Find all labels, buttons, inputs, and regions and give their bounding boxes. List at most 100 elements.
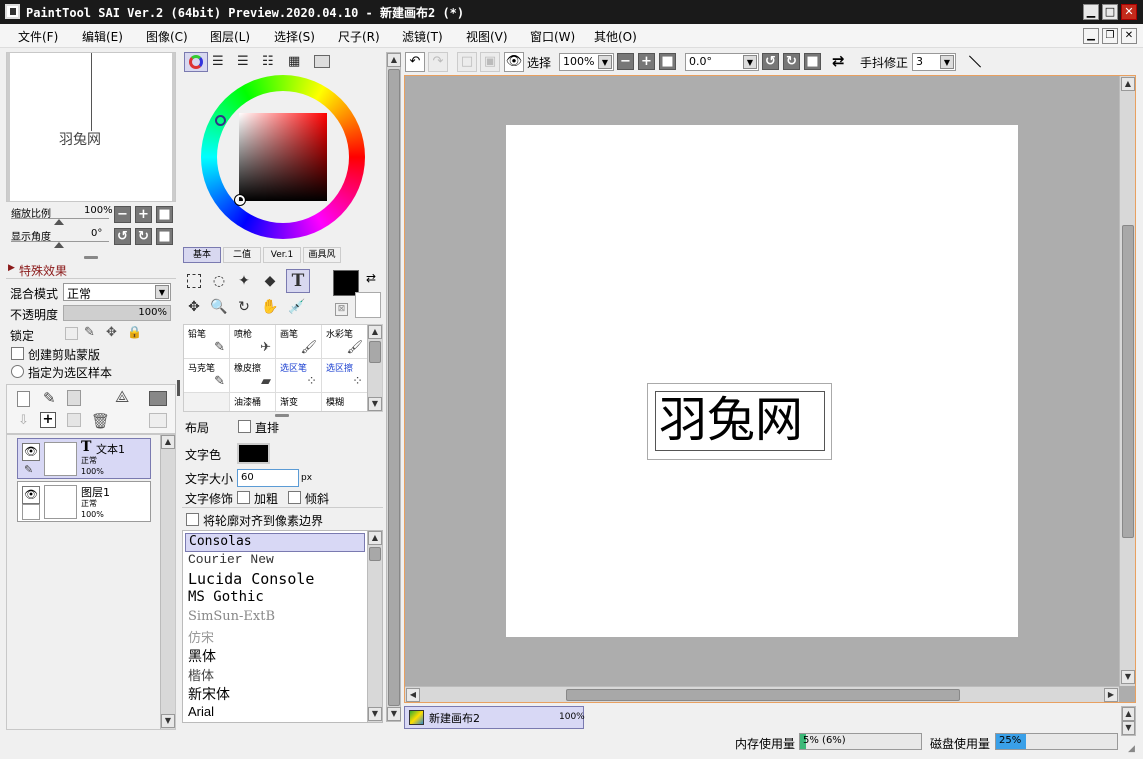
- brush-watercolor[interactable]: 水彩笔 🖌: [322, 325, 368, 359]
- tab-scrollbar[interactable]: ▲ ▼: [1121, 706, 1136, 736]
- invert-selection-button[interactable]: ▣: [480, 52, 500, 72]
- flip-horizontal-icon[interactable]: ⇄: [832, 52, 845, 70]
- saturation-value-square[interactable]: [239, 113, 327, 201]
- straight-line-icon[interactable]: [963, 52, 985, 72]
- scroll-up-icon[interactable]: ▲: [387, 53, 401, 67]
- canvas-zoom-reset-button[interactable]: ■: [659, 53, 676, 70]
- zoom-in-button[interactable]: +: [135, 206, 152, 223]
- tab-basic[interactable]: 基本: [183, 247, 221, 263]
- scroll-up-icon[interactable]: ▲: [368, 531, 382, 545]
- document-tab[interactable]: 新建画布2 100%: [404, 706, 585, 729]
- scroll-down-icon[interactable]: ▼: [368, 397, 382, 411]
- close-button[interactable]: ✕: [1121, 4, 1137, 20]
- menu-ruler[interactable]: 尺子(R): [338, 28, 380, 45]
- canvas-text[interactable]: 羽兔网: [659, 390, 803, 450]
- brush-empty[interactable]: [184, 393, 230, 411]
- font-item-courier-new[interactable]: Courier New: [185, 552, 365, 571]
- scroll-left-icon[interactable]: ◀: [406, 688, 420, 702]
- swap-colors-icon[interactable]: ⇄: [366, 271, 376, 285]
- lasso-icon[interactable]: ◌: [208, 270, 230, 292]
- opacity-slider[interactable]: 100%: [63, 305, 171, 321]
- menu-select[interactable]: 选择(S): [274, 28, 315, 45]
- menu-window[interactable]: 窗口(W): [530, 28, 575, 45]
- text-size-input[interactable]: 60: [237, 469, 299, 487]
- lock-move-icon[interactable]: ✥: [106, 325, 117, 340]
- text-edit-box[interactable]: 羽兔网: [655, 391, 825, 451]
- lock-transparency-icon[interactable]: [65, 327, 78, 340]
- mdi-minimize-button[interactable]: ▁: [1083, 28, 1099, 44]
- brush-bucket[interactable]: 油漆桶: [230, 393, 276, 411]
- new-layer-icon[interactable]: [17, 391, 30, 407]
- redo-button[interactable]: ↷: [428, 52, 448, 72]
- font-item-simsun-extb[interactable]: SimSun-ExtB: [185, 609, 365, 628]
- sv-cursor[interactable]: [234, 194, 246, 206]
- clip-mask-checkbox[interactable]: [11, 347, 24, 360]
- font-item-lucida-console[interactable]: Lucida Console: [185, 570, 365, 589]
- menu-image[interactable]: 图像(C): [146, 28, 188, 45]
- hsv-slider-mode-icon[interactable]: ☰: [237, 54, 249, 69]
- pen-icon[interactable]: ✎: [24, 463, 33, 476]
- scratchpad-mode-icon[interactable]: [314, 55, 330, 68]
- font-item-arial[interactable]: Arial: [185, 704, 365, 722]
- canvas-horizontal-scrollbar[interactable]: ◀ ▶: [405, 686, 1119, 702]
- shape-select-icon[interactable]: ◆: [259, 270, 281, 292]
- new-mask-icon[interactable]: [149, 391, 167, 406]
- scroll-thumb[interactable]: [1122, 225, 1134, 538]
- canvas-paper[interactable]: 羽兔网: [506, 125, 1018, 637]
- italic-checkbox[interactable]: [288, 491, 301, 504]
- rotate-view-icon[interactable]: ↻: [233, 296, 255, 318]
- text-color-swatch[interactable]: [237, 443, 270, 464]
- brush-pencil[interactable]: 铅笔 ✎: [184, 325, 230, 359]
- layer-transform-icon[interactable]: ⟁: [115, 387, 129, 407]
- tab-binary[interactable]: 二值: [223, 247, 261, 263]
- brush-gradient[interactable]: 渐变: [276, 393, 322, 411]
- canvas-viewport[interactable]: 羽兔网 ▲ ▼ ◀ ▶: [404, 75, 1136, 703]
- scroll-down-icon[interactable]: ▼: [1121, 670, 1135, 684]
- hue-cursor[interactable]: [215, 115, 226, 126]
- deselect-button[interactable]: □: [457, 52, 477, 72]
- canvas-rotate-left-button[interactable]: ↺: [762, 53, 779, 70]
- color-wheel-mode-icon[interactable]: [184, 52, 208, 72]
- zoom-icon[interactable]: 🔍: [208, 296, 230, 318]
- delete-layer-icon[interactable]: 🗑: [91, 412, 110, 430]
- rotate-left-button[interactable]: ↺: [114, 228, 131, 245]
- menu-view[interactable]: 视图(V): [466, 28, 508, 45]
- selection-visibility-icon[interactable]: 👁: [504, 52, 524, 72]
- navigator-preview[interactable]: 羽兔网: [6, 52, 176, 202]
- rgb-slider-mode-icon[interactable]: ☰: [212, 54, 224, 69]
- eye-icon[interactable]: 👁: [22, 486, 40, 504]
- clear-layer-icon[interactable]: [67, 413, 81, 427]
- canvas-vertical-scrollbar[interactable]: ▲ ▼: [1119, 76, 1135, 686]
- palette-mode-icon[interactable]: ▦: [288, 54, 300, 69]
- minimize-button[interactable]: ▁: [1083, 4, 1099, 20]
- blend-mode-select[interactable]: 正常 ▼: [63, 283, 171, 301]
- new-layer-group-icon[interactable]: [67, 390, 81, 406]
- transparent-color-icon[interactable]: ⊠: [335, 303, 348, 316]
- scroll-down-icon[interactable]: ▼: [1122, 721, 1135, 735]
- panel-resize-handle[interactable]: [177, 380, 180, 396]
- zoom-reset-button[interactable]: ■: [156, 206, 173, 223]
- hand-icon[interactable]: ✋: [259, 296, 281, 318]
- maximize-button[interactable]: □: [1102, 4, 1118, 20]
- rect-select-icon[interactable]: [183, 270, 205, 292]
- brush-brush[interactable]: 画笔 🖌: [276, 325, 322, 359]
- scroll-thumb[interactable]: [369, 341, 381, 363]
- panel-scrollbar[interactable]: ▲ ▼: [386, 52, 401, 722]
- scroll-up-icon[interactable]: ▲: [1122, 707, 1135, 721]
- swatch-mode-icon[interactable]: ☷: [262, 54, 274, 69]
- canvas-rotate-right-button[interactable]: ↻: [783, 53, 800, 70]
- canvas-rotate-reset-button[interactable]: ■: [804, 53, 821, 70]
- menu-file[interactable]: 文件(F): [18, 28, 58, 45]
- vertical-checkbox[interactable]: [238, 420, 251, 433]
- rotate-right-button[interactable]: ↻: [135, 228, 152, 245]
- scroll-up-icon[interactable]: ▲: [161, 435, 175, 449]
- new-vector-layer-icon[interactable]: ✎: [43, 389, 56, 407]
- text-bounding-box[interactable]: 羽兔网: [647, 383, 832, 460]
- font-item-consolas[interactable]: Consolas: [185, 533, 365, 552]
- magic-wand-icon[interactable]: ✦: [233, 270, 255, 292]
- selection-sample-radio[interactable]: [11, 365, 24, 378]
- brush-marker[interactable]: 马克笔 ✎: [184, 359, 230, 393]
- panel-splitter[interactable]: [275, 414, 289, 417]
- merge-down-icon[interactable]: +: [40, 412, 56, 428]
- font-item-heiti[interactable]: 黑体: [185, 646, 365, 665]
